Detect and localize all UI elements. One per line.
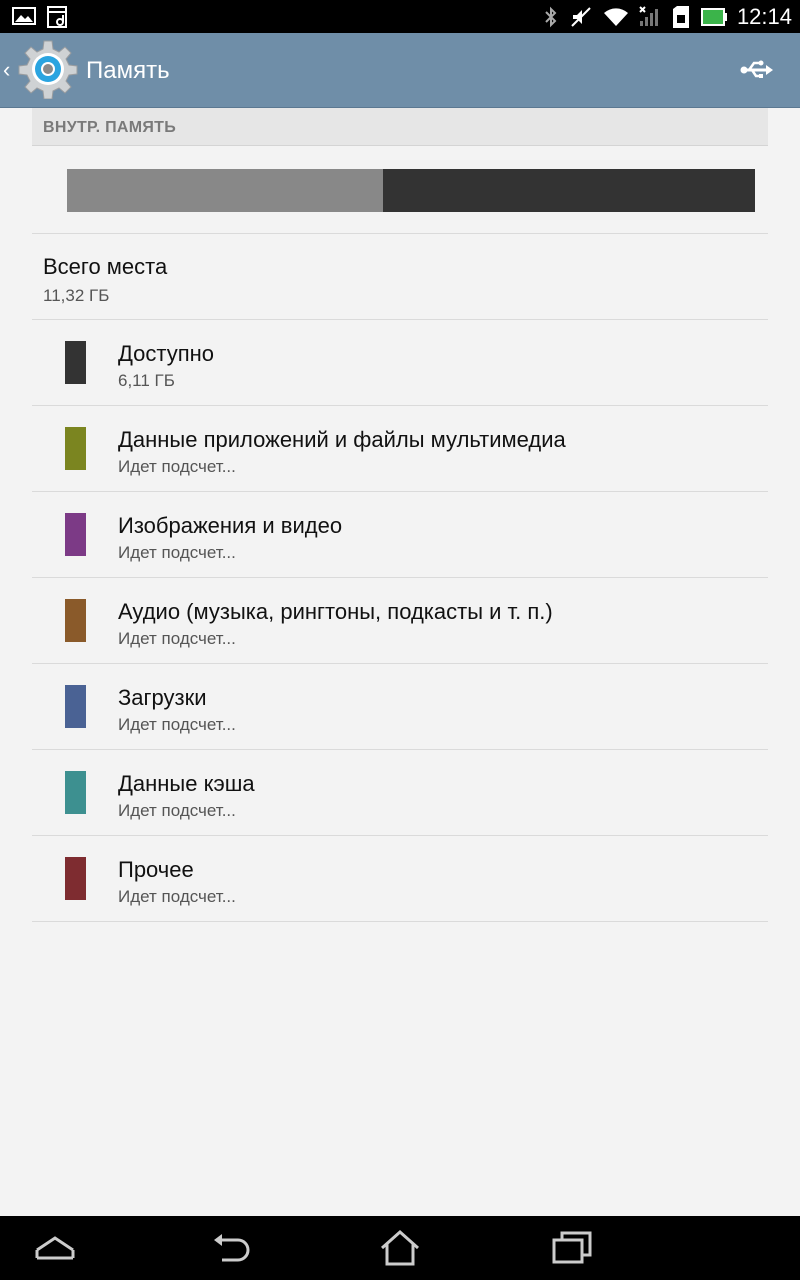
storage-item-audio[interactable]: Аудио (музыка, рингтоны, подкасты и т. п… xyxy=(32,578,768,664)
total-space-row: Всего места 11,32 ГБ xyxy=(32,234,768,320)
color-swatch xyxy=(65,599,86,642)
storage-item-value: Идет подсчет... xyxy=(118,801,236,820)
usage-bar-used-segment xyxy=(67,169,384,212)
color-swatch xyxy=(65,513,86,556)
battery-icon xyxy=(700,8,727,26)
recent-apps-icon[interactable] xyxy=(550,1228,594,1268)
status-clock: 12:14 xyxy=(736,4,792,29)
no-signal-icon xyxy=(639,6,658,26)
usage-bar-row xyxy=(32,146,768,234)
total-space-label: Всего места xyxy=(43,254,168,279)
color-swatch xyxy=(65,771,86,814)
total-space-value: 11,32 ГБ xyxy=(43,286,110,305)
color-swatch xyxy=(65,685,86,728)
bluetooth-icon xyxy=(545,6,557,28)
storage-item-label: Прочее xyxy=(118,857,194,882)
color-swatch xyxy=(65,341,86,384)
media-notification-icon xyxy=(47,6,67,28)
storage-item-label: Доступно xyxy=(118,341,215,366)
color-swatch xyxy=(65,427,86,470)
storage-item-value: Идет подсчет... xyxy=(118,629,236,648)
storage-item-label: Данные приложений и файлы мультимедиа xyxy=(118,427,566,452)
storage-item-value: 6,11 ГБ xyxy=(118,371,175,390)
status-bar: 12:14 xyxy=(0,0,800,33)
storage-item-misc[interactable]: Прочее Идет подсчет... xyxy=(32,836,768,922)
image-notification-icon xyxy=(12,7,36,25)
page-title: Память xyxy=(86,57,170,84)
storage-usage-bar xyxy=(67,169,755,212)
storage-item-label: Аудио (музыка, рингтоны, подкасты и т. п… xyxy=(118,599,553,624)
storage-item-value: Идет подсчет... xyxy=(118,887,236,906)
section-header: ВНУТР. ПАМЯТЬ xyxy=(32,108,768,146)
storage-list: ВНУТР. ПАМЯТЬ Всего места 11,32 ГБ Досту… xyxy=(32,108,768,922)
storage-item-value: Идет подсчет... xyxy=(118,715,236,734)
navigation-bar xyxy=(0,1216,800,1280)
color-swatch xyxy=(65,857,86,900)
mute-icon xyxy=(571,7,591,27)
storage-item-label: Загрузки xyxy=(118,685,207,710)
home-icon[interactable] xyxy=(378,1228,422,1268)
storage-item-label: Данные кэша xyxy=(118,771,255,796)
storage-item-label: Изображения и видео xyxy=(118,513,343,538)
storage-item-cache[interactable]: Данные кэша Идет подсчет... xyxy=(32,750,768,836)
usb-icon[interactable] xyxy=(740,55,774,85)
storage-item-value: Идет подсчет... xyxy=(118,543,236,562)
up-chevron-icon[interactable]: ‹ xyxy=(3,59,10,81)
storage-item-apps[interactable]: Данные приложений и файлы мультимедиа Ид… xyxy=(32,406,768,492)
storage-item-available[interactable]: Доступно 6,11 ГБ xyxy=(32,320,768,406)
storage-item-value: Идет подсчет... xyxy=(118,457,236,476)
collapse-icon[interactable] xyxy=(33,1228,77,1268)
settings-gear-icon[interactable] xyxy=(18,39,78,99)
storage-item-pictures-video[interactable]: Изображения и видео Идет подсчет... xyxy=(32,492,768,578)
storage-item-downloads[interactable]: Загрузки Идет подсчет... xyxy=(32,664,768,750)
sd-card-icon xyxy=(672,6,689,28)
wifi-icon xyxy=(603,8,628,26)
back-icon[interactable] xyxy=(208,1228,252,1268)
action-bar: ‹ Память xyxy=(0,33,800,108)
